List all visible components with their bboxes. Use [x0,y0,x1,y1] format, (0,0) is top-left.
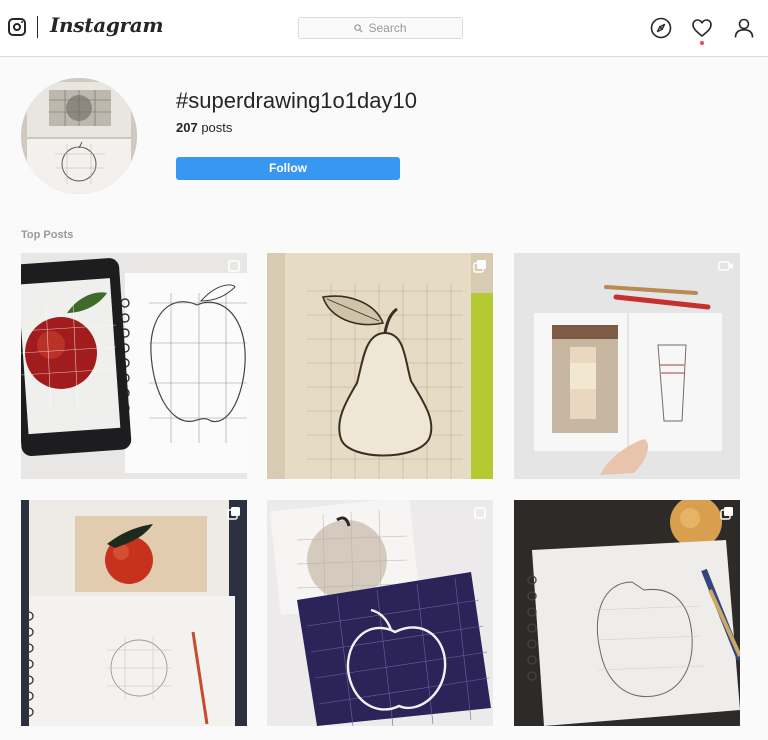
profile-icon[interactable] [733,17,755,39]
post-thumbnail[interactable] [267,253,493,479]
post-thumbnail[interactable] [21,253,247,479]
posts-count-label: posts [197,120,233,135]
instagram-wordmark[interactable]: Instagram [50,13,164,37]
post-thumbnail[interactable] [514,253,740,479]
post-image [267,500,493,726]
search-icon [354,23,363,33]
top-posts-heading: Top Posts [21,229,74,241]
follow-button[interactable]: Follow [176,157,400,180]
carousel-icon [473,260,486,273]
logo-divider [37,16,38,38]
carousel-icon [227,507,240,520]
activity-heart-icon[interactable] [691,17,713,39]
search-placeholder: Search [368,21,407,35]
post-image [21,253,247,479]
video-camera-icon [718,261,733,271]
search-input[interactable]: Search [298,17,463,39]
post-image [514,500,740,726]
post-image [514,253,740,479]
post-thumbnail[interactable] [21,500,247,726]
posts-count: 207 posts [176,120,232,135]
square-icon [474,507,486,519]
carousel-icon [720,507,733,520]
instagram-glyph-icon[interactable] [8,18,26,36]
square-icon [228,260,240,272]
notification-dot [700,41,704,45]
hashtag-title: #superdrawing1o1day10 [176,88,417,113]
post-thumbnail[interactable] [267,500,493,726]
post-image [267,253,493,479]
hashtag-avatar-image [21,78,137,194]
top-navigation-bar: Instagram Search [0,0,768,57]
posts-count-value: 207 [176,120,198,135]
post-thumbnail[interactable] [514,500,740,726]
explore-compass-icon[interactable] [650,17,672,39]
post-image [21,500,247,726]
